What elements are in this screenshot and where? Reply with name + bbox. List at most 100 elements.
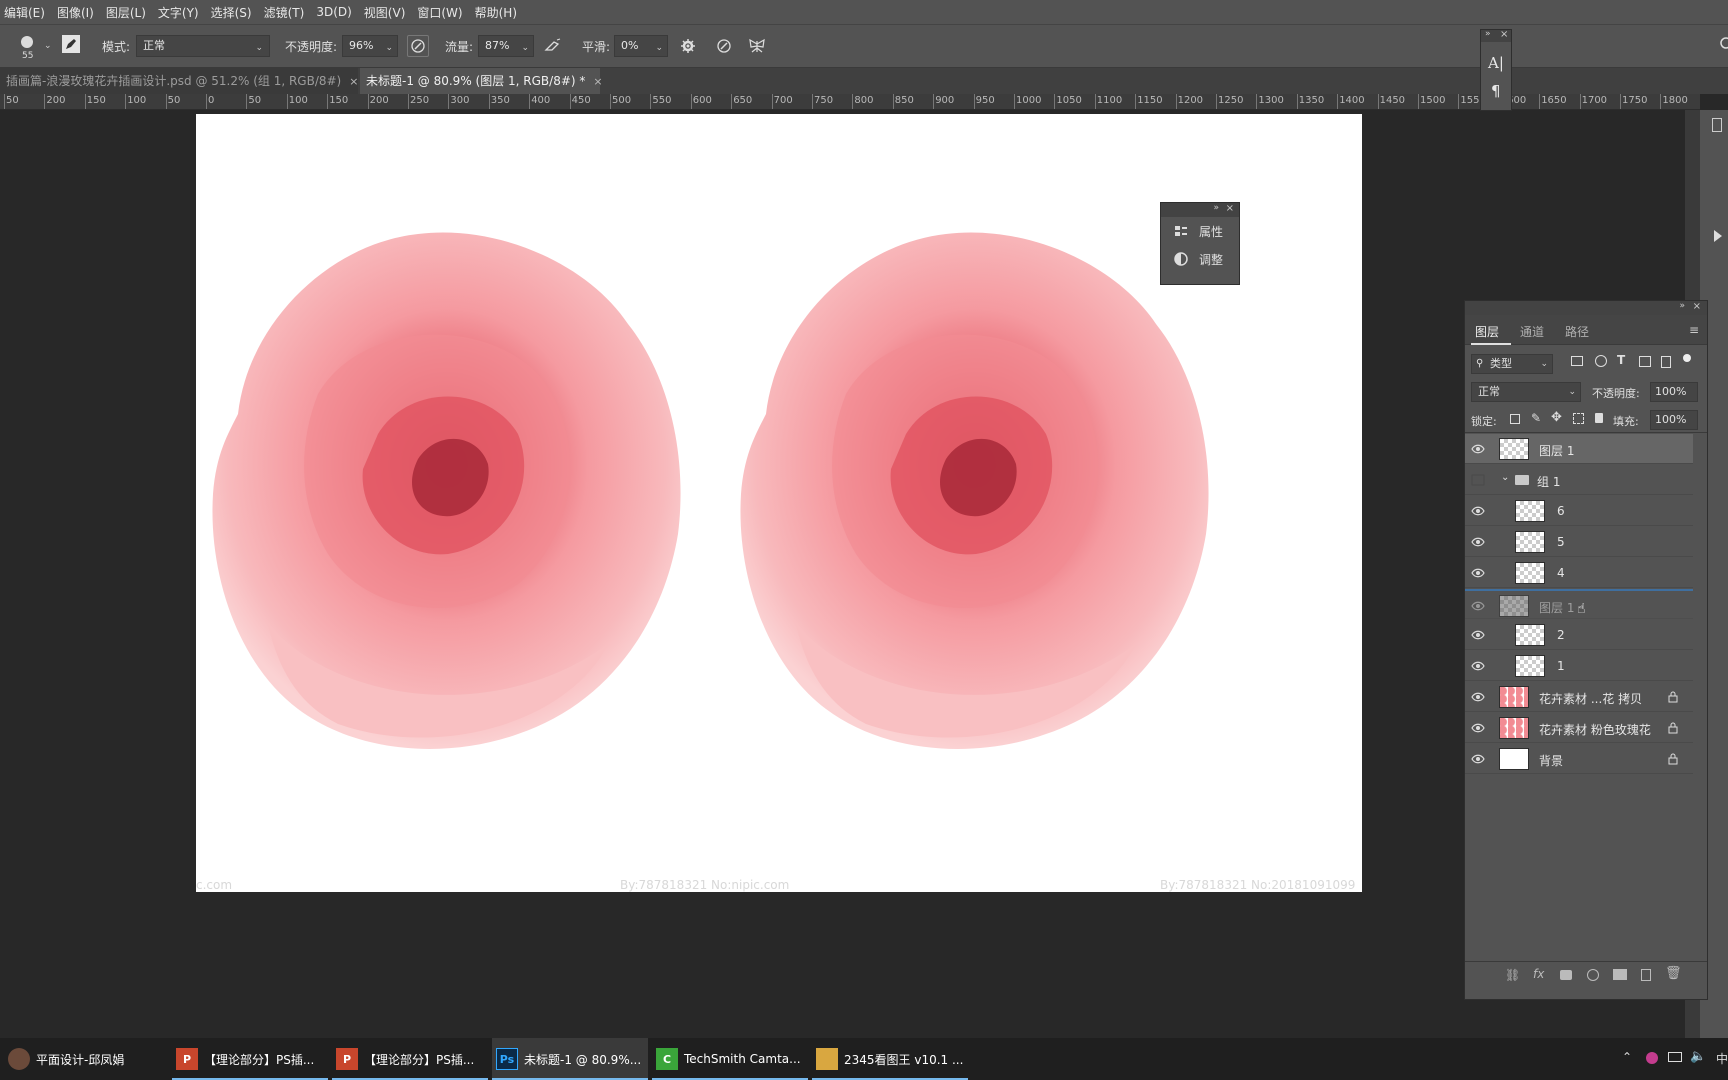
paragraph-icon[interactable]: ¶ [1491, 82, 1501, 100]
brush-settings-icon[interactable] [62, 35, 80, 53]
lock-position-icon[interactable]: ✥ [1551, 410, 1562, 425]
eye-icon[interactable] [1471, 660, 1485, 672]
flow-field[interactable]: 87% ⌄ [478, 35, 534, 57]
eye-icon[interactable] [1471, 753, 1485, 765]
panel-header[interactable]: » × [1465, 301, 1707, 315]
taskbar-item-ppt-1[interactable]: P 【理论部分】PS插... [172, 1038, 328, 1080]
close-icon[interactable]: × [1500, 29, 1508, 40]
layer-row[interactable]: 2 [1465, 620, 1693, 650]
menu-edit[interactable]: 编辑(E) [4, 4, 45, 21]
add-mask-icon[interactable] [1560, 970, 1572, 980]
input-method-indicator[interactable]: 中 [1716, 1050, 1728, 1067]
blend-mode-select[interactable]: 正常 ⌄ [1471, 382, 1581, 402]
canvas-area[interactable]: c.com By:787818321 No:nipic.com By:78781… [0, 110, 1700, 1038]
adjustments-button[interactable]: 调整 [1161, 245, 1239, 273]
eye-icon[interactable] [1471, 600, 1485, 612]
lock-artboard-icon[interactable] [1573, 413, 1584, 424]
lock-paint-icon[interactable]: ✎ [1531, 411, 1541, 425]
trash-icon[interactable]: 🗑 [1665, 966, 1682, 981]
lock-transparent-icon[interactable] [1510, 414, 1520, 424]
eye-icon[interactable] [1471, 567, 1485, 579]
network-icon[interactable] [1668, 1052, 1682, 1062]
opacity-field[interactable]: 96% ⌄ [342, 35, 398, 57]
menu-select[interactable]: 选择(S) [211, 4, 252, 21]
collapse-icon[interactable]: » [1679, 301, 1685, 311]
mode-select[interactable]: 正常 ⌄ [136, 35, 270, 57]
lock-all-icon[interactable] [1595, 413, 1603, 423]
taskbar-item-user[interactable]: 平面设计-邱凤娟 [8, 1038, 168, 1080]
new-layer-icon[interactable] [1641, 969, 1651, 981]
tab-paths[interactable]: 路径 [1565, 323, 1589, 340]
doc-tab-rose-illustration[interactable]: 插画篇-浪漫玫瑰花卉插画设计.psd @ 51.2% (组 1, RGB/8#)… [0, 68, 358, 94]
pressure-size-button[interactable] [713, 35, 735, 57]
menu-help[interactable]: 帮助(H) [475, 4, 517, 21]
menu-image[interactable]: 图像(I) [57, 4, 94, 21]
search-icon[interactable] [1718, 37, 1728, 51]
filter-pixel-icon[interactable] [1571, 356, 1583, 366]
airbrush-button[interactable] [542, 35, 564, 57]
chevron-up-icon[interactable]: ⌃ [1622, 1050, 1632, 1064]
doc-tab-untitled-1[interactable]: 未标题-1 @ 80.9% (图层 1, RGB/8#) * × [360, 68, 603, 94]
eye-icon[interactable] [1471, 443, 1485, 455]
filter-adjustment-icon[interactable] [1595, 355, 1607, 367]
eye-icon[interactable] [1471, 505, 1485, 517]
filter-type-icon[interactable]: T [1617, 353, 1625, 367]
close-icon[interactable]: × [1226, 203, 1234, 214]
chevron-down-icon[interactable]: ⌄ [1501, 472, 1509, 483]
layer-row[interactable]: 5 [1465, 527, 1693, 557]
link-layers-icon[interactable]: ⛓ [1505, 968, 1520, 982]
history-icon[interactable] [1712, 118, 1722, 132]
volume-icon[interactable]: 🔈 [1690, 1049, 1706, 1064]
layer-row[interactable]: ⌄ 组 1 [1465, 465, 1693, 495]
taskbar-item-photoshop[interactable]: Ps 未标题-1 @ 80.9%... [492, 1038, 648, 1080]
close-icon[interactable]: × [593, 75, 602, 88]
fx-icon[interactable]: fx [1533, 967, 1544, 981]
new-adjustment-icon[interactable] [1587, 969, 1599, 981]
close-icon[interactable]: × [349, 75, 358, 88]
new-group-folder-icon[interactable] [1613, 969, 1627, 980]
eye-icon[interactable] [1471, 691, 1485, 703]
layer-row[interactable]: 图层 1 [1465, 434, 1693, 464]
taskbar-item-image-viewer[interactable]: 2345看图王 v10.1 ... [812, 1038, 968, 1080]
menu-view[interactable]: 视图(V) [364, 4, 406, 21]
layer-row[interactable]: 花卉素材 ...花 拷贝 [1465, 682, 1693, 712]
pressure-opacity-button[interactable] [407, 35, 429, 57]
menu-3d[interactable]: 3D(D) [316, 5, 351, 19]
filter-type-select[interactable]: ⚲ 类型 ⌄ [1471, 354, 1553, 374]
close-icon[interactable]: × [1693, 301, 1701, 312]
chevron-down-icon[interactable]: ⌄ [44, 41, 52, 51]
layer-opacity-field[interactable]: 100% [1650, 382, 1698, 402]
eye-icon[interactable] [1471, 629, 1485, 641]
visibility-off-icon[interactable] [1471, 474, 1485, 486]
layer-row[interactable]: 6 [1465, 496, 1693, 526]
symmetry-button[interactable] [746, 35, 768, 57]
menu-window[interactable]: 窗口(W) [417, 4, 462, 21]
tab-channels[interactable]: 通道 [1520, 323, 1544, 340]
panel-header[interactable]: » × [1161, 203, 1239, 217]
properties-button[interactable]: 属性 [1161, 217, 1239, 245]
smoothing-options-button[interactable] [677, 35, 699, 57]
eye-icon[interactable] [1471, 536, 1485, 548]
layer-row[interactable]: 4 [1465, 558, 1693, 588]
layer-row[interactable]: 1 [1465, 651, 1693, 681]
smoothing-field[interactable]: 0% ⌄ [614, 35, 668, 57]
layer-row[interactable]: 花卉素材 粉色玫瑰花 [1465, 713, 1693, 743]
menu-type[interactable]: 文字(Y) [158, 4, 199, 21]
menu-filter[interactable]: 滤镜(T) [264, 4, 305, 21]
taskbar-item-ppt-2[interactable]: P 【理论部分】PS插... [332, 1038, 488, 1080]
eye-icon[interactable] [1471, 722, 1485, 734]
fill-field[interactable]: 100% [1650, 410, 1698, 430]
character-icon[interactable]: A| [1488, 54, 1504, 72]
tray-app-icon[interactable] [1646, 1052, 1658, 1064]
filter-shape-icon[interactable] [1639, 356, 1651, 367]
collapse-icon[interactable]: » [1485, 29, 1491, 39]
filter-toggle-icon[interactable] [1683, 354, 1691, 362]
panel-menu-icon[interactable]: ≡ [1689, 323, 1699, 337]
play-icon[interactable] [1714, 230, 1722, 242]
layer-row[interactable]: 背景 [1465, 744, 1693, 774]
collapse-icon[interactable]: » [1213, 203, 1219, 213]
panel-header[interactable]: » × [1481, 29, 1511, 42]
taskbar-item-camtasia[interactable]: C TechSmith Camta... [652, 1038, 808, 1080]
brush-preset-picker[interactable] [16, 31, 38, 53]
menu-layer[interactable]: 图层(L) [106, 4, 146, 21]
